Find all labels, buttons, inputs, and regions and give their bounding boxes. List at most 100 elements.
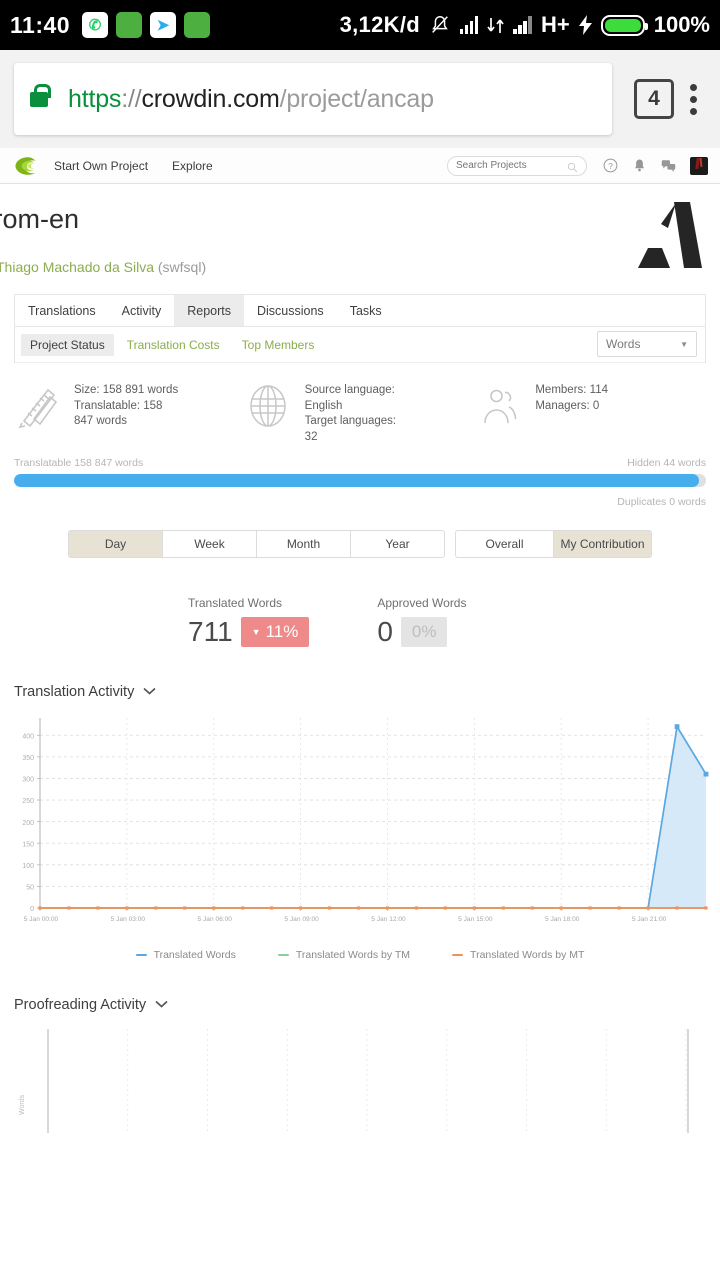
svg-text:50: 50 [26,885,34,892]
tab-counter-button[interactable]: 4 [634,79,674,119]
crowdin-site-header: Start Own Project Explore ? [0,148,720,184]
battery-app-icon [184,12,211,38]
svg-text:5 Jan 21:00: 5 Jan 21:00 [632,916,667,923]
chevron-down-icon: ▼ [680,339,688,349]
stat-members-count: Members: 114 [535,384,608,396]
whatsapp-icon: ✆ [82,12,109,38]
scope-toggle-group: Overall My Contribution [455,530,652,558]
members-icon [475,383,521,429]
stat-languages-text: Source language: English Target language… [305,383,410,445]
svg-text:5 Jan 09:00: 5 Jan 09:00 [284,916,319,923]
svg-text:5 Jan 00:00: 5 Jan 00:00 [24,916,59,923]
stat-source-language: Source language: English [304,384,395,412]
proofreading-activity-header[interactable]: Proofreading Activity [0,997,720,1013]
chevron-down-icon[interactable] [155,999,168,1011]
search-projects-field[interactable] [447,155,587,176]
legend-translated-words[interactable]: Translated Words [135,949,236,961]
tab-reports[interactable]: Reports [174,295,244,326]
proofreading-activity-chart: Words [0,1013,720,1138]
signal-bars-2-icon [513,16,532,34]
report-subtabs: Project Status Translation Costs Top Mem… [15,327,705,363]
subtab-top-members[interactable]: Top Members [233,334,324,356]
help-icon[interactable]: ? [603,158,618,173]
toggle-overall[interactable]: Overall [455,530,554,558]
svg-text:0: 0 [30,906,34,913]
project-page: from-en Thiago Machado da Silva (swfsql)… [0,184,720,1138]
project-logo [632,200,706,270]
stat-size-line1: Size: 158 891 words [74,384,179,396]
url-text: https://crowdin.com/project/ancap [68,85,434,114]
svg-text:5 Jan 06:00: 5 Jan 06:00 [198,916,233,923]
translation-activity-header[interactable]: Translation Activity [0,684,720,700]
progress-bar-fill [14,474,700,487]
tab-tasks[interactable]: Tasks [337,295,395,326]
ruler-pencil-icon [14,383,60,429]
status-app-icons: ✆ ➤ [82,12,211,38]
svg-text:250: 250 [22,798,34,805]
legend-swatch [135,953,147,957]
svg-text:5 Jan 15:00: 5 Jan 15:00 [458,916,493,923]
svg-text:100: 100 [22,863,34,870]
tab-discussions[interactable]: Discussions [244,295,337,326]
stat-size-line2: Translatable: 158 847 words [74,399,163,428]
toggle-year[interactable]: Year [350,530,445,558]
proofreading-activity-svg: Words [19,1029,689,1133]
translation-activity-title: Translation Activity [14,684,135,700]
toggle-month[interactable]: Month [256,530,351,558]
tab-activity[interactable]: Activity [109,295,175,326]
legend-swatch [277,953,289,957]
url-scheme: https [68,84,122,113]
metric-translated-label: Translated Words [188,596,283,610]
telegram-icon: ➤ [150,12,177,38]
tab-translations[interactable]: Translations [15,295,109,326]
metrics-row: Translated Words 711 ▼ 11% Approved Word… [0,596,720,648]
svg-text:5 Jan 18:00: 5 Jan 18:00 [545,916,580,923]
notifications-icon[interactable] [632,158,647,173]
kebab-menu-icon[interactable] [690,83,698,115]
progress-right-label: Hidden 44 words [627,457,706,469]
charging-bolt-icon [578,15,592,35]
stat-target-languages: Target languages: 32 [304,415,397,443]
progress-bar [14,474,706,487]
chevron-down-icon[interactable] [143,686,156,698]
messages-icon[interactable] [661,158,676,173]
subtab-project-status[interactable]: Project Status [21,333,114,356]
stat-members-text: Members: 114 Managers: 0 [535,383,608,414]
metric-approved-label: Approved Words [377,596,467,610]
user-avatar[interactable] [690,156,708,175]
svg-text:5 Jan 03:00: 5 Jan 03:00 [111,916,146,923]
url-path: /project/ancap [279,84,434,113]
status-clock: 11:40 [10,11,71,38]
nav-explore[interactable]: Explore [172,159,213,173]
data-transfer-icon [487,16,505,35]
browser-toolbar: https://crowdin.com/project/ancap 4 [0,50,720,148]
search-input[interactable] [456,160,567,171]
crowdin-logo[interactable] [12,154,40,178]
signal-bars-icon [459,16,479,34]
legend-translated-words-mt[interactable]: Translated Words by MT [452,949,584,961]
legend-swatch [452,953,464,957]
note-icon [116,12,143,38]
stat-languages: Source language: English Target language… [245,383,476,445]
project-owner-link[interactable]: Thiago Machado da Silva [0,259,154,275]
progress-footer-label: Duplicates 0 words [617,496,706,508]
project-owner-handle: (swfsql) [157,259,207,275]
svg-text:?: ? [608,162,613,171]
metric-approved-value: 0 [377,616,393,647]
toggle-my-contribution[interactable]: My Contribution [553,530,652,558]
address-bar[interactable]: https://crowdin.com/project/ancap [14,63,612,135]
translation-activity-chart: 0 50 100 150 200 250 300 350 400 5 Jan 00:00 5 Jan… [0,700,720,945]
unit-select-value: Words [606,337,641,351]
nav-start-own-project[interactable]: Start Own Project [54,159,148,173]
globe-icon [245,383,291,429]
legend-label: Translated Words by MT [470,949,585,961]
toggle-week[interactable]: Week [162,530,257,558]
metric-translated-value: 711 [188,616,233,647]
unit-select[interactable]: Words ▼ [597,331,697,357]
bell-muted-icon [429,14,451,36]
legend-translated-words-tm[interactable]: Translated Words by TM [277,949,410,961]
page-title: from-en [0,204,80,234]
svg-text:300: 300 [22,777,34,784]
subtab-translation-costs[interactable]: Translation Costs [118,334,229,356]
toggle-day[interactable]: Day [68,530,163,558]
